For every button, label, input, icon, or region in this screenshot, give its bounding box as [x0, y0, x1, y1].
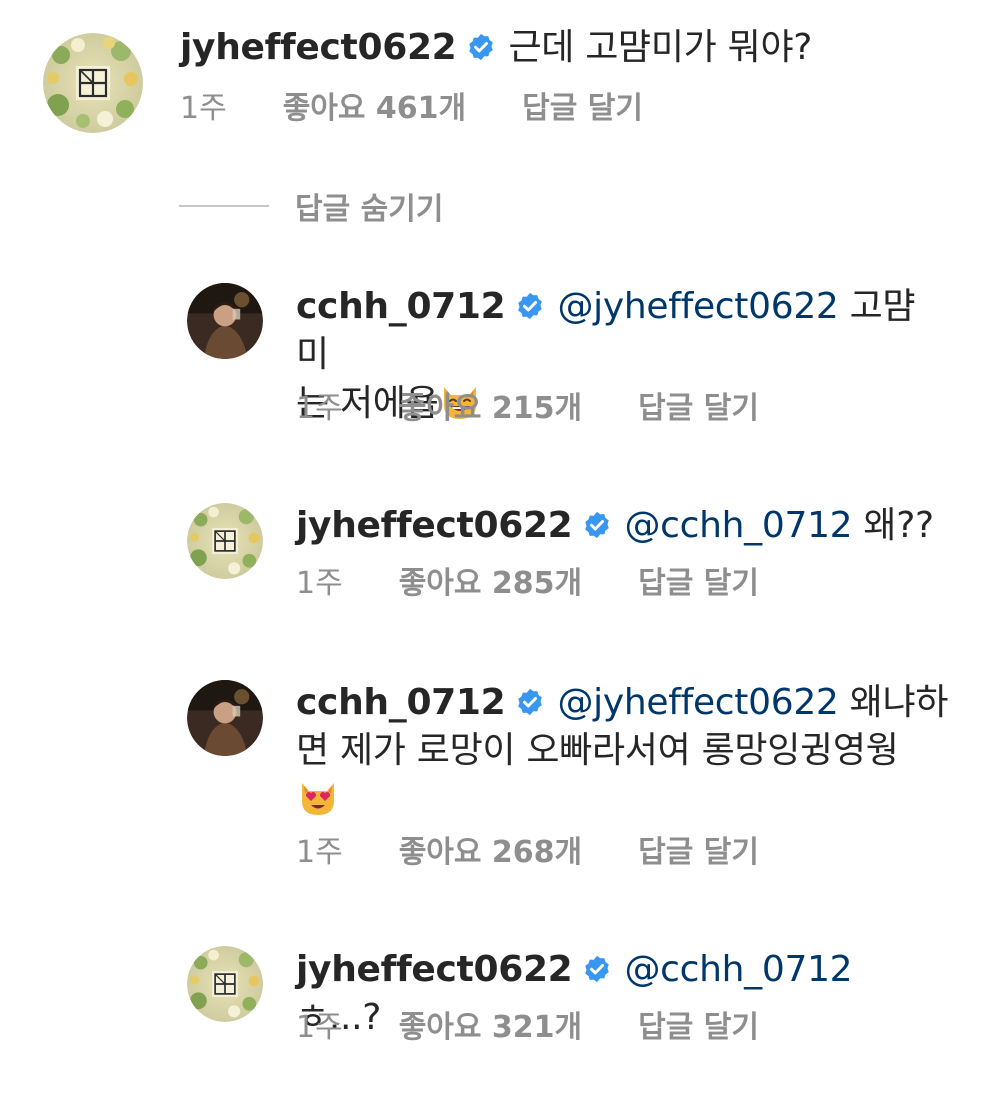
comment-username[interactable]: cchh_0712 [296, 286, 506, 327]
photo-avatar-icon [187, 283, 263, 359]
reply-button[interactable]: 답글 달기 [638, 389, 759, 429]
likes-count[interactable]: 좋아요 461개 [283, 89, 466, 129]
avatar[interactable] [187, 503, 263, 579]
logo-avatar-icon [43, 33, 143, 133]
verified-badge-icon [515, 291, 545, 321]
reply-comment: jyheffect0622 @cchh_0712 왜?? 1주 좋아요 285개 답글… [0, 490, 982, 620]
verified-badge-icon [582, 510, 612, 540]
mention-link[interactable]: @jyheffect0622 [557, 286, 838, 327]
reply-comment: jyheffect0622 @cchh_0712 ㅎ...? 1주 좋아요 321개… [0, 934, 982, 1064]
avatar[interactable] [187, 946, 263, 1022]
parent-comment: jyheffect0622 근데 고먐미가 뭐야? 1주 좋아요 461개 답글 달기 [0, 0, 982, 180]
comment-time: 1주 [296, 835, 343, 870]
likes-count[interactable]: 좋아요 268개 [399, 833, 582, 873]
heart-eyes-cat-emoji-icon [296, 775, 340, 819]
reply-button[interactable]: 답글 달기 [638, 1008, 759, 1048]
mention-link[interactable]: @cchh_0712 [624, 505, 852, 546]
comment-text: 왜?? [852, 505, 934, 546]
avatar[interactable] [187, 680, 263, 756]
comment-time: 1주 [296, 566, 343, 601]
comment-username[interactable]: jyheffect0622 [296, 949, 573, 990]
comment-time: 1주 [296, 391, 343, 426]
verified-badge-icon [466, 32, 496, 62]
hide-replies-label: 답글 숨기기 [295, 192, 444, 227]
likes-count[interactable]: 좋아요 321개 [399, 1008, 582, 1048]
photo-avatar-icon [187, 680, 263, 756]
comment-time: 1주 [180, 91, 227, 126]
comment-text: 왜냐하 [838, 682, 949, 723]
avatar[interactable] [187, 283, 263, 359]
comment-username[interactable]: jyheffect0622 [296, 505, 573, 546]
mention-link[interactable]: @jyheffect0622 [557, 682, 838, 723]
comment-meta: 1주 좋아요 285개 답글 달기 [296, 564, 759, 604]
likes-count[interactable]: 좋아요 285개 [399, 564, 582, 604]
verified-badge-icon [582, 954, 612, 984]
comment-body: jyheffect0622 @cchh_0712 왜?? [296, 502, 946, 550]
mention-link[interactable]: @cchh_0712 [624, 949, 852, 990]
likes-count[interactable]: 좋아요 215개 [399, 389, 582, 429]
logo-avatar-icon [187, 946, 263, 1022]
comment-username[interactable]: jyheffect0622 [180, 27, 457, 68]
verified-badge-icon [515, 687, 545, 717]
divider-line [179, 205, 269, 207]
comment-meta: 1주 좋아요 321개 답글 달기 [296, 1008, 759, 1048]
reply-comment: cchh_0712 @jyheffect0622 왜냐하면 제가 로망이 오빠라서… [0, 666, 982, 886]
comment-text: 면 제가 로망이 오빠라서여 롱망잉귕영웡 [296, 730, 899, 771]
hide-replies-button[interactable]: 답글 숨기기 [179, 186, 444, 227]
comment-text: 근데 고먐미가 뭐야? [508, 27, 813, 68]
reply-comment: cchh_0712 @jyheffect0622 고먐미 는 저에욥 1주 좋아요 2… [0, 270, 982, 440]
reply-button[interactable]: 답글 달기 [638, 833, 759, 873]
comment-time: 1주 [296, 1010, 343, 1045]
comment-meta: 1주 좋아요 268개 답글 달기 [296, 833, 759, 873]
comment-body: cchh_0712 @jyheffect0622 왜냐하면 제가 로망이 오빠라서… [296, 679, 956, 824]
comment-username[interactable]: cchh_0712 [296, 682, 506, 723]
reply-button[interactable]: 답글 달기 [522, 89, 643, 129]
reply-button[interactable]: 답글 달기 [638, 564, 759, 604]
avatar[interactable] [43, 33, 143, 133]
comment-meta: 1주 좋아요 461개 답글 달기 [180, 89, 643, 129]
comment-body: jyheffect0622 근데 고먐미가 뭐야? [180, 24, 940, 72]
comment-meta: 1주 좋아요 215개 답글 달기 [296, 389, 759, 429]
logo-avatar-icon [187, 503, 263, 579]
